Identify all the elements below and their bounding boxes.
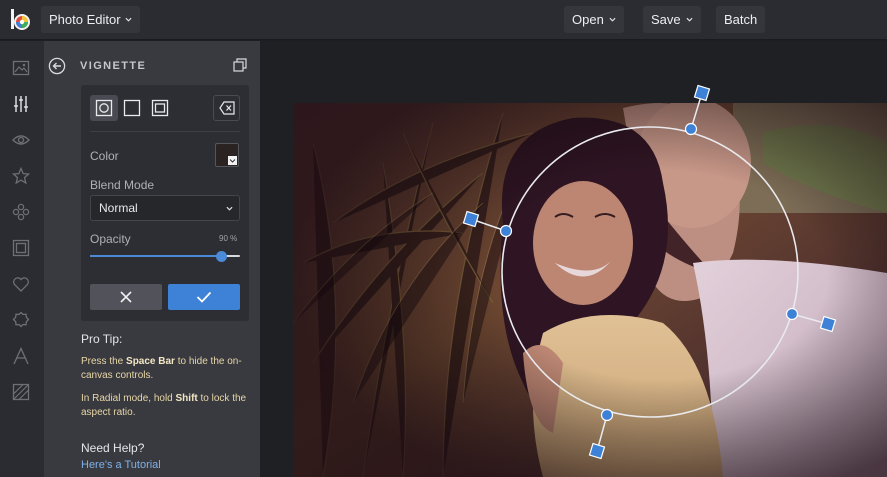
open-button[interactable]: Open bbox=[564, 6, 624, 33]
blend-mode-label: Blend Mode bbox=[90, 178, 155, 192]
open-label: Open bbox=[572, 12, 604, 27]
color-dropdown-icon bbox=[228, 156, 237, 165]
panel-title: VIGNETTE bbox=[80, 60, 147, 72]
radial-shape-icon bbox=[95, 99, 113, 117]
texture-icon[interactable] bbox=[11, 382, 31, 402]
rectangle-shape-icon bbox=[151, 99, 169, 117]
back-arrow-icon[interactable] bbox=[48, 57, 66, 75]
cancel-button[interactable] bbox=[90, 284, 162, 310]
clear-vignette-button[interactable] bbox=[213, 95, 240, 121]
heart-icon[interactable] bbox=[11, 274, 31, 294]
opacity-slider-thumb[interactable] bbox=[215, 251, 227, 262]
backspace-icon bbox=[218, 101, 235, 115]
opacity-slider-fill bbox=[90, 255, 221, 257]
star-icon[interactable] bbox=[11, 166, 31, 186]
chevron-down-icon bbox=[609, 17, 616, 22]
batch-label: Batch bbox=[724, 12, 758, 27]
opacity-slider[interactable] bbox=[90, 251, 240, 262]
photo-image bbox=[293, 103, 887, 477]
top-bar: Photo Editor Open Save Batch bbox=[0, 0, 887, 40]
close-icon bbox=[120, 291, 132, 303]
apply-button[interactable] bbox=[168, 284, 240, 310]
image-icon[interactable] bbox=[11, 58, 31, 78]
tutorial-link[interactable]: Here's a Tutorial bbox=[81, 459, 161, 471]
tool-rail bbox=[0, 41, 44, 477]
save-button[interactable]: Save bbox=[643, 6, 701, 33]
effects-icon[interactable] bbox=[11, 202, 31, 222]
chevron-down-icon bbox=[686, 17, 693, 22]
square-shape-icon bbox=[123, 99, 141, 117]
app-menu-button[interactable]: Photo Editor bbox=[41, 6, 140, 33]
logo-icon[interactable] bbox=[9, 8, 33, 32]
pro-tip-text-2: In Radial mode, hold Shift to lock the a… bbox=[81, 393, 247, 418]
save-label: Save bbox=[651, 12, 681, 27]
copy-icon[interactable] bbox=[233, 58, 247, 72]
panel-header: VIGNETTE bbox=[44, 57, 260, 77]
text-icon[interactable] bbox=[11, 346, 31, 366]
pro-tip-text-1: Press the Space Bar to hide the on-canva… bbox=[81, 356, 242, 381]
opacity-label: Opacity bbox=[90, 232, 131, 246]
pro-tip-title: Pro Tip: bbox=[81, 332, 123, 346]
photo[interactable] bbox=[293, 103, 887, 477]
blend-mode-select[interactable]: Normal bbox=[90, 195, 240, 221]
frame-icon[interactable] bbox=[11, 238, 31, 258]
chevron-down-icon bbox=[125, 17, 132, 22]
need-help-title: Need Help? bbox=[81, 441, 145, 455]
divider bbox=[90, 131, 240, 132]
shape-square-button[interactable] bbox=[118, 95, 146, 121]
blend-mode-value: Normal bbox=[99, 201, 138, 215]
opacity-value: 90 % bbox=[219, 234, 238, 243]
app-title: Photo Editor bbox=[49, 12, 121, 27]
adjust-sliders-icon[interactable] bbox=[11, 94, 31, 114]
shape-radial-button[interactable] bbox=[90, 95, 118, 121]
shape-rectangle-button[interactable] bbox=[146, 95, 174, 121]
shape-selector bbox=[90, 95, 174, 121]
eye-icon[interactable] bbox=[11, 130, 31, 150]
vignette-controls-card: Color Blend Mode Normal Opacity 90 % bbox=[81, 85, 249, 321]
chevron-down-icon bbox=[226, 206, 233, 211]
vignette-panel: VIGNETTE Color Blend Mode Normal Opacity… bbox=[44, 41, 260, 477]
color-label: Color bbox=[90, 149, 119, 163]
batch-button[interactable]: Batch bbox=[716, 6, 766, 33]
check-icon bbox=[196, 291, 212, 303]
color-swatch[interactable] bbox=[215, 143, 239, 167]
badge-icon[interactable] bbox=[11, 310, 31, 330]
